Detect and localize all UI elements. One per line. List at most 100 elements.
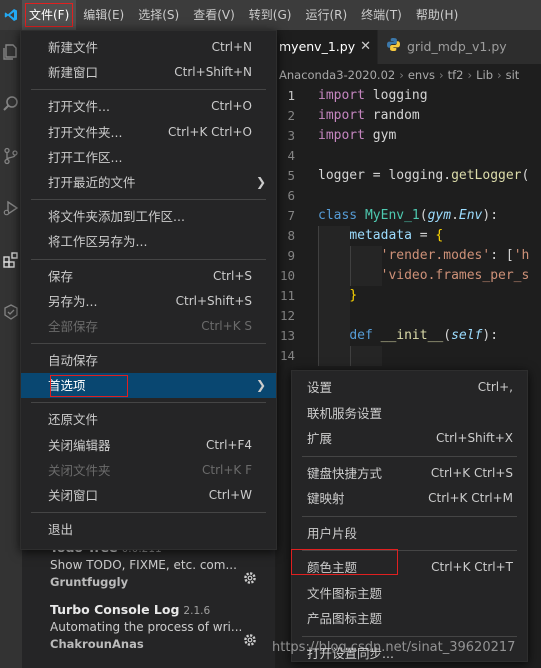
code-token: } <box>349 288 358 303</box>
close-icon[interactable]: ✕ <box>360 30 371 64</box>
code-line: 14 <box>275 346 541 366</box>
file-menu-item[interactable]: 自动保存 <box>21 348 276 373</box>
menu-view[interactable]: 查看(V) <box>186 0 242 30</box>
file-menu-item[interactable]: 新建窗口 Ctrl+Shift+N <box>21 60 276 85</box>
code-token: random <box>364 108 420 123</box>
menu-go[interactable]: 转到(G) <box>242 0 299 30</box>
file-menu-item[interactable]: 将工作区另存为... <box>21 229 276 254</box>
breadcrumb-item[interactable]: Lib <box>476 68 493 82</box>
preferences-menu-item[interactable]: 联机服务设置 <box>292 401 527 427</box>
menu-item-label: 自动保存 <box>48 353 99 369</box>
code-token: ( <box>443 328 452 343</box>
menu-item-shortcut: Ctrl+O <box>211 99 252 114</box>
breadcrumb-item[interactable]: envs <box>408 68 435 82</box>
menu-separator <box>31 258 266 260</box>
menu-separator <box>302 550 517 551</box>
menu-item-label: 还原文件 <box>48 412 99 428</box>
line-number: 7 <box>287 208 295 223</box>
code-line: 8 metadata = { <box>275 226 541 246</box>
gear-icon[interactable] <box>243 633 257 651</box>
breadcrumb-item[interactable]: tf2 <box>448 68 464 82</box>
code-token: 'h <box>513 248 530 263</box>
code-line: 2 import random <box>275 106 541 126</box>
preferences-menu-item[interactable]: 颜色主题 Ctrl+K Ctrl+T <box>292 555 527 581</box>
explorer-icon[interactable] <box>0 34 22 70</box>
code-token: gym <box>364 128 397 143</box>
file-menu-item[interactable]: 关闭窗口 Ctrl+W <box>21 483 276 508</box>
preferences-menu-item[interactable]: 键盘快捷方式 Ctrl+K Ctrl+S <box>292 461 527 487</box>
breadcrumb-separator-icon: › <box>399 68 404 82</box>
preferences-menu-item[interactable]: 文件图标主题 <box>292 581 527 607</box>
code-text: import logging <box>318 86 428 106</box>
file-menu-item[interactable]: 将文件夹添加到工作区... <box>21 204 276 229</box>
file-menu-item[interactable]: 打开最近的文件 ❯ <box>21 170 276 195</box>
code-line: 3 import gym <box>275 126 541 146</box>
file-menu-item[interactable]: 打开文件夹... Ctrl+K Ctrl+O <box>21 120 276 145</box>
code-token: ( <box>521 168 530 183</box>
extension-description: Show TODO, FIXME, etc. com... <box>50 558 237 572</box>
file-menu-item[interactable]: 关闭编辑器 Ctrl+F4 <box>21 433 276 458</box>
preferences-menu-item[interactable]: 设置 Ctrl+, <box>292 375 527 401</box>
tab-myenv-1[interactable]: myenv_1.py ✕ <box>275 30 377 64</box>
code-line: 10 'video.frames_per_s <box>275 266 541 286</box>
source-control-icon[interactable] <box>0 138 22 174</box>
code-line: 1 import logging <box>275 86 541 106</box>
menu-item-label: 将文件夹添加到工作区... <box>48 209 185 225</box>
line-number: 13 <box>279 328 295 343</box>
extension-description: Automating the process of wri... <box>50 620 243 634</box>
menu-help[interactable]: 帮助(H) <box>409 0 465 30</box>
menu-selection[interactable]: 选择(S) <box>131 0 186 30</box>
menu-edit[interactable]: 编辑(E) <box>76 0 131 30</box>
file-menu-item[interactable]: 打开工作区... <box>21 145 276 170</box>
menu-terminal[interactable]: 终端(T) <box>354 0 409 30</box>
preferences-menu-item[interactable]: 扩展 Ctrl+Shift+X <box>292 426 527 452</box>
extension-item-turbo-console-log[interactable]: Turbo Console Log 2.1.6 Automating the pr… <box>50 602 265 651</box>
menu-bar: 文件(F) 编辑(E) 选择(S) 查看(V) 转到(G) 运行(R) 终端(T… <box>0 0 541 30</box>
menu-item-shortcut: Ctrl+Shift+N <box>174 65 252 80</box>
search-icon[interactable] <box>0 86 22 122</box>
gear-icon[interactable] <box>243 571 257 589</box>
menu-item-label: 退出 <box>48 522 74 538</box>
file-menu-item[interactable]: 另存为... Ctrl+Shift+S <box>21 289 276 314</box>
file-menu-item[interactable]: 新建文件 Ctrl+N <box>21 35 276 60</box>
file-menu-item[interactable]: 保存 Ctrl+S <box>21 264 276 289</box>
test-icon[interactable] <box>0 294 22 330</box>
extensions-icon[interactable] <box>0 242 22 278</box>
breadcrumb-item[interactable]: Anaconda3-2020.02 <box>279 68 395 82</box>
preferences-menu-item[interactable]: 用户片段 <box>292 521 527 547</box>
file-menu-item[interactable]: 打开文件... Ctrl+O <box>21 94 276 119</box>
menu-file[interactable]: 文件(F) <box>22 0 77 30</box>
menu-item-label: 将工作区另存为... <box>48 234 148 250</box>
code-line: 9 'render.modes': ['h <box>275 246 541 266</box>
file-menu-item[interactable]: 首选项 ❯ <box>21 373 276 399</box>
tab-grid-mdp-v1[interactable]: grid_mdp_v1.py <box>378 30 541 64</box>
run-debug-icon[interactable] <box>0 190 22 226</box>
menu-separator <box>302 635 517 637</box>
menu-separator <box>302 455 517 457</box>
chevron-right-icon: ❯ <box>255 174 266 189</box>
extension-name: Turbo Console Log 2.1.6 <box>50 602 211 617</box>
menu-run[interactable]: 运行(R) <box>298 0 354 30</box>
preferences-menu-item[interactable]: 产品图标主题 <box>292 606 527 632</box>
preferences-menu-item[interactable]: 键映射 Ctrl+K Ctrl+M <box>292 486 527 512</box>
code-token: __init__ <box>380 328 444 343</box>
breadcrumb: Anaconda3-2020.02 › envs › tf2 › Lib › sit <box>275 64 519 86</box>
menu-separator <box>31 199 266 201</box>
chevron-right-icon: ❯ <box>255 378 266 393</box>
line-number: 2 <box>287 108 295 123</box>
file-menu-item[interactable]: 退出 <box>21 517 276 542</box>
code-token: getLogger <box>451 168 522 183</box>
breadcrumb-item[interactable]: sit <box>506 68 520 82</box>
line-number: 8 <box>287 228 295 243</box>
file-menu-item[interactable]: 还原文件 <box>21 407 276 432</box>
menu-item-shortcut: Ctrl+, <box>477 380 513 394</box>
vscode-logo-icon <box>0 0 22 30</box>
code-text: 'video.frames_per_s <box>318 266 530 286</box>
code-editor[interactable]: 1 import logging 2 import random 3 import gym… <box>275 86 541 366</box>
line-number: 6 <box>287 188 295 203</box>
menu-separator <box>31 89 266 91</box>
